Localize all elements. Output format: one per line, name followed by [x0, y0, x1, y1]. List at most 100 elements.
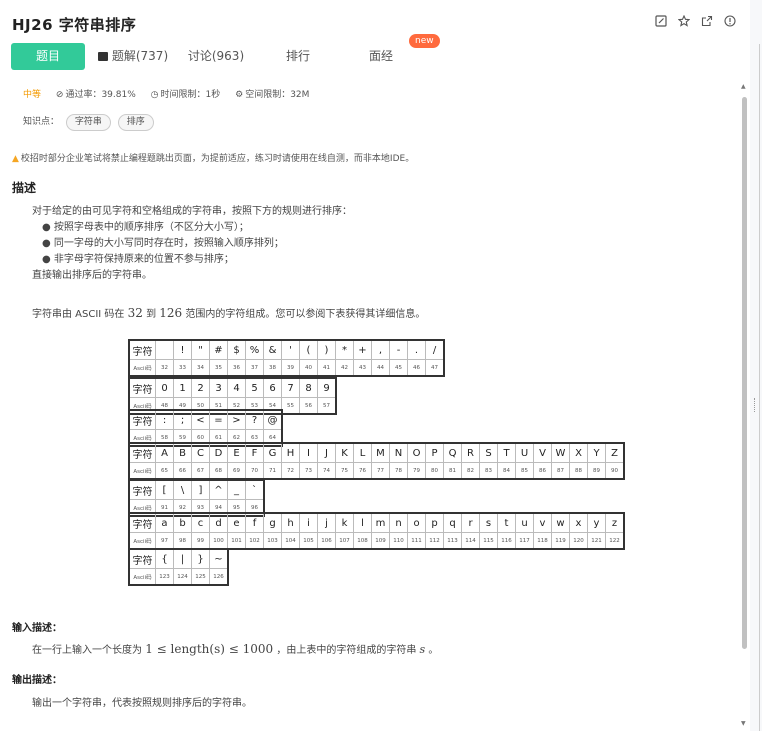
char-cell: T	[497, 442, 516, 463]
tab-solutions[interactable]: 题解(737)	[93, 43, 173, 70]
ascii-range-text: 字符串由 ASCII 码在 32 到 126 范围内的字符组成。您可以参阅下表获…	[32, 305, 425, 320]
code-row: Ascii码 32 33 34 35 36 37 38 39 40 41 42 43 44 45 46 47	[128, 359, 445, 377]
tag-string[interactable]: 字符串	[65, 114, 111, 131]
char-cell: t	[497, 512, 516, 533]
code-cell: 85	[515, 462, 534, 480]
code-cell: 103	[263, 532, 282, 550]
tag-sort[interactable]: 排序	[117, 114, 154, 131]
tab-problem[interactable]: 题目	[11, 43, 85, 70]
video-icon	[97, 52, 108, 61]
char-cell: :	[155, 409, 174, 430]
char-cell	[155, 339, 174, 360]
char-cell: 4	[227, 377, 246, 398]
char-label: 字符	[128, 512, 156, 533]
code-cell: 113	[443, 532, 462, 550]
info-icon[interactable]	[723, 15, 736, 28]
math-number: 126	[159, 306, 183, 320]
char-label: 字符	[128, 339, 156, 360]
char-cell: /	[425, 339, 445, 360]
char-cell: O	[407, 442, 426, 463]
code-cell: 88	[569, 462, 588, 480]
warning-icon: ▲	[12, 154, 19, 164]
scroll-down-arrow[interactable]: ▼	[741, 720, 746, 727]
tab-discussion[interactable]: 讨论(963)	[176, 43, 256, 70]
char-cell: e	[227, 512, 246, 533]
tab-ranking[interactable]: 排行	[261, 43, 335, 70]
tab-label: 面经	[368, 49, 393, 63]
code-cell: 69	[227, 462, 246, 480]
code-cell: 78	[389, 462, 408, 480]
code-cell: 118	[533, 532, 552, 550]
text-segment: 到	[142, 309, 160, 320]
char-cell: ?	[245, 409, 264, 430]
char-cell: H	[281, 442, 300, 463]
char-cell: 8	[299, 377, 318, 398]
text-segment: 字符串由 ASCII 码在	[32, 309, 128, 320]
char-cell: 5	[245, 377, 264, 398]
code-cell: 123	[155, 568, 174, 586]
panel-divider	[759, 44, 760, 731]
char-row: 字符:; < = >? @	[128, 409, 283, 430]
char-cell: x	[569, 512, 588, 533]
rule-text: 同一字母的大小写同时存在时，按照输入顺序排列；	[53, 238, 284, 249]
code-cell: 102	[245, 532, 264, 550]
share-icon[interactable]	[700, 15, 713, 28]
tab-label: 讨论(963)	[187, 49, 245, 63]
code-cell: 73	[299, 462, 318, 480]
code-cell: 68	[209, 462, 228, 480]
char-cell: 3	[209, 377, 228, 398]
char-cell: b	[173, 512, 192, 533]
code-cell: 33	[173, 359, 192, 377]
tab-interviews[interactable]: 面经	[344, 43, 418, 70]
char-cell: S	[479, 442, 498, 463]
ascii-table-block: 字符 A B C D E F G H I J K L M N O P Q R S T U V W X Y Z Ascii码 65 66 67…	[128, 442, 625, 480]
char-row: 字符 a b c d e f g h i j k l m n o p q r s t u v w x y z	[128, 512, 625, 533]
code-row: Ascii码 123 124 125 126	[128, 568, 229, 586]
char-cell: }	[191, 548, 210, 569]
char-cell: L	[353, 442, 372, 463]
problem-panel: HJ26 字符串排序 题目 题解(737) 讨论(963) 排行 面经 new …	[0, 0, 750, 731]
char-cell: I	[299, 442, 318, 463]
char-cell: Z	[605, 442, 625, 463]
code-cell: 71	[263, 462, 282, 480]
time-limit-text: 时间限制：1秒	[160, 90, 221, 100]
code-cell: 39	[281, 359, 300, 377]
header: HJ26 字符串排序	[0, 0, 750, 44]
code-cell: 38	[263, 359, 282, 377]
edit-icon[interactable]	[654, 15, 667, 28]
char-cell: *	[335, 339, 354, 360]
char-cell: a	[155, 512, 174, 533]
code-cell: 105	[299, 532, 318, 550]
text-segment: 范围内的字符组成。您可以参阅下表获得其详细信息。	[182, 309, 426, 320]
code-cell: 82	[461, 462, 480, 480]
code-cell: 34	[191, 359, 210, 377]
char-cell: !	[173, 339, 192, 360]
text-segment: 在一行上输入一个长度为	[32, 645, 146, 656]
code-cell: 55	[281, 397, 300, 415]
char-cell: (	[299, 339, 318, 360]
tab-label: 排行	[285, 49, 310, 63]
code-cell: 100	[209, 532, 228, 550]
header-actions	[654, 14, 736, 28]
char-label: 字符	[128, 548, 156, 569]
resize-handle[interactable]	[754, 398, 757, 412]
code-cell: 109	[371, 532, 390, 550]
code-cell: 56	[299, 397, 318, 415]
code-label: Ascii码	[128, 359, 156, 377]
code-cell: 37	[245, 359, 264, 377]
char-cell: c	[191, 512, 210, 533]
code-cell: 75	[335, 462, 354, 480]
char-cell: r	[461, 512, 480, 533]
code-cell: 43	[353, 359, 372, 377]
star-icon[interactable]	[677, 14, 690, 28]
description-intro: 对于给定的由可见字符和空格组成的字符串，按照下方的规则进行排序：	[32, 206, 352, 217]
char-cell: y	[587, 512, 606, 533]
scroll-up-arrow[interactable]: ▲	[741, 83, 746, 90]
ascii-table-block: 字符 a b c d e f g h i j k l m n o p q r s t u v w x y z Ascii码 97 98 99…	[128, 512, 625, 550]
scrollbar-thumb[interactable]	[742, 97, 747, 649]
rule-item: ● 按照字母表中的顺序排序（不区分大小写）；	[42, 222, 249, 233]
code-cell: 46	[407, 359, 426, 377]
char-cell: G	[263, 442, 282, 463]
page-title: HJ26 字符串排序	[12, 16, 137, 34]
rule-item: ● 非字母字符保持原来的位置不参与排序；	[42, 254, 234, 265]
